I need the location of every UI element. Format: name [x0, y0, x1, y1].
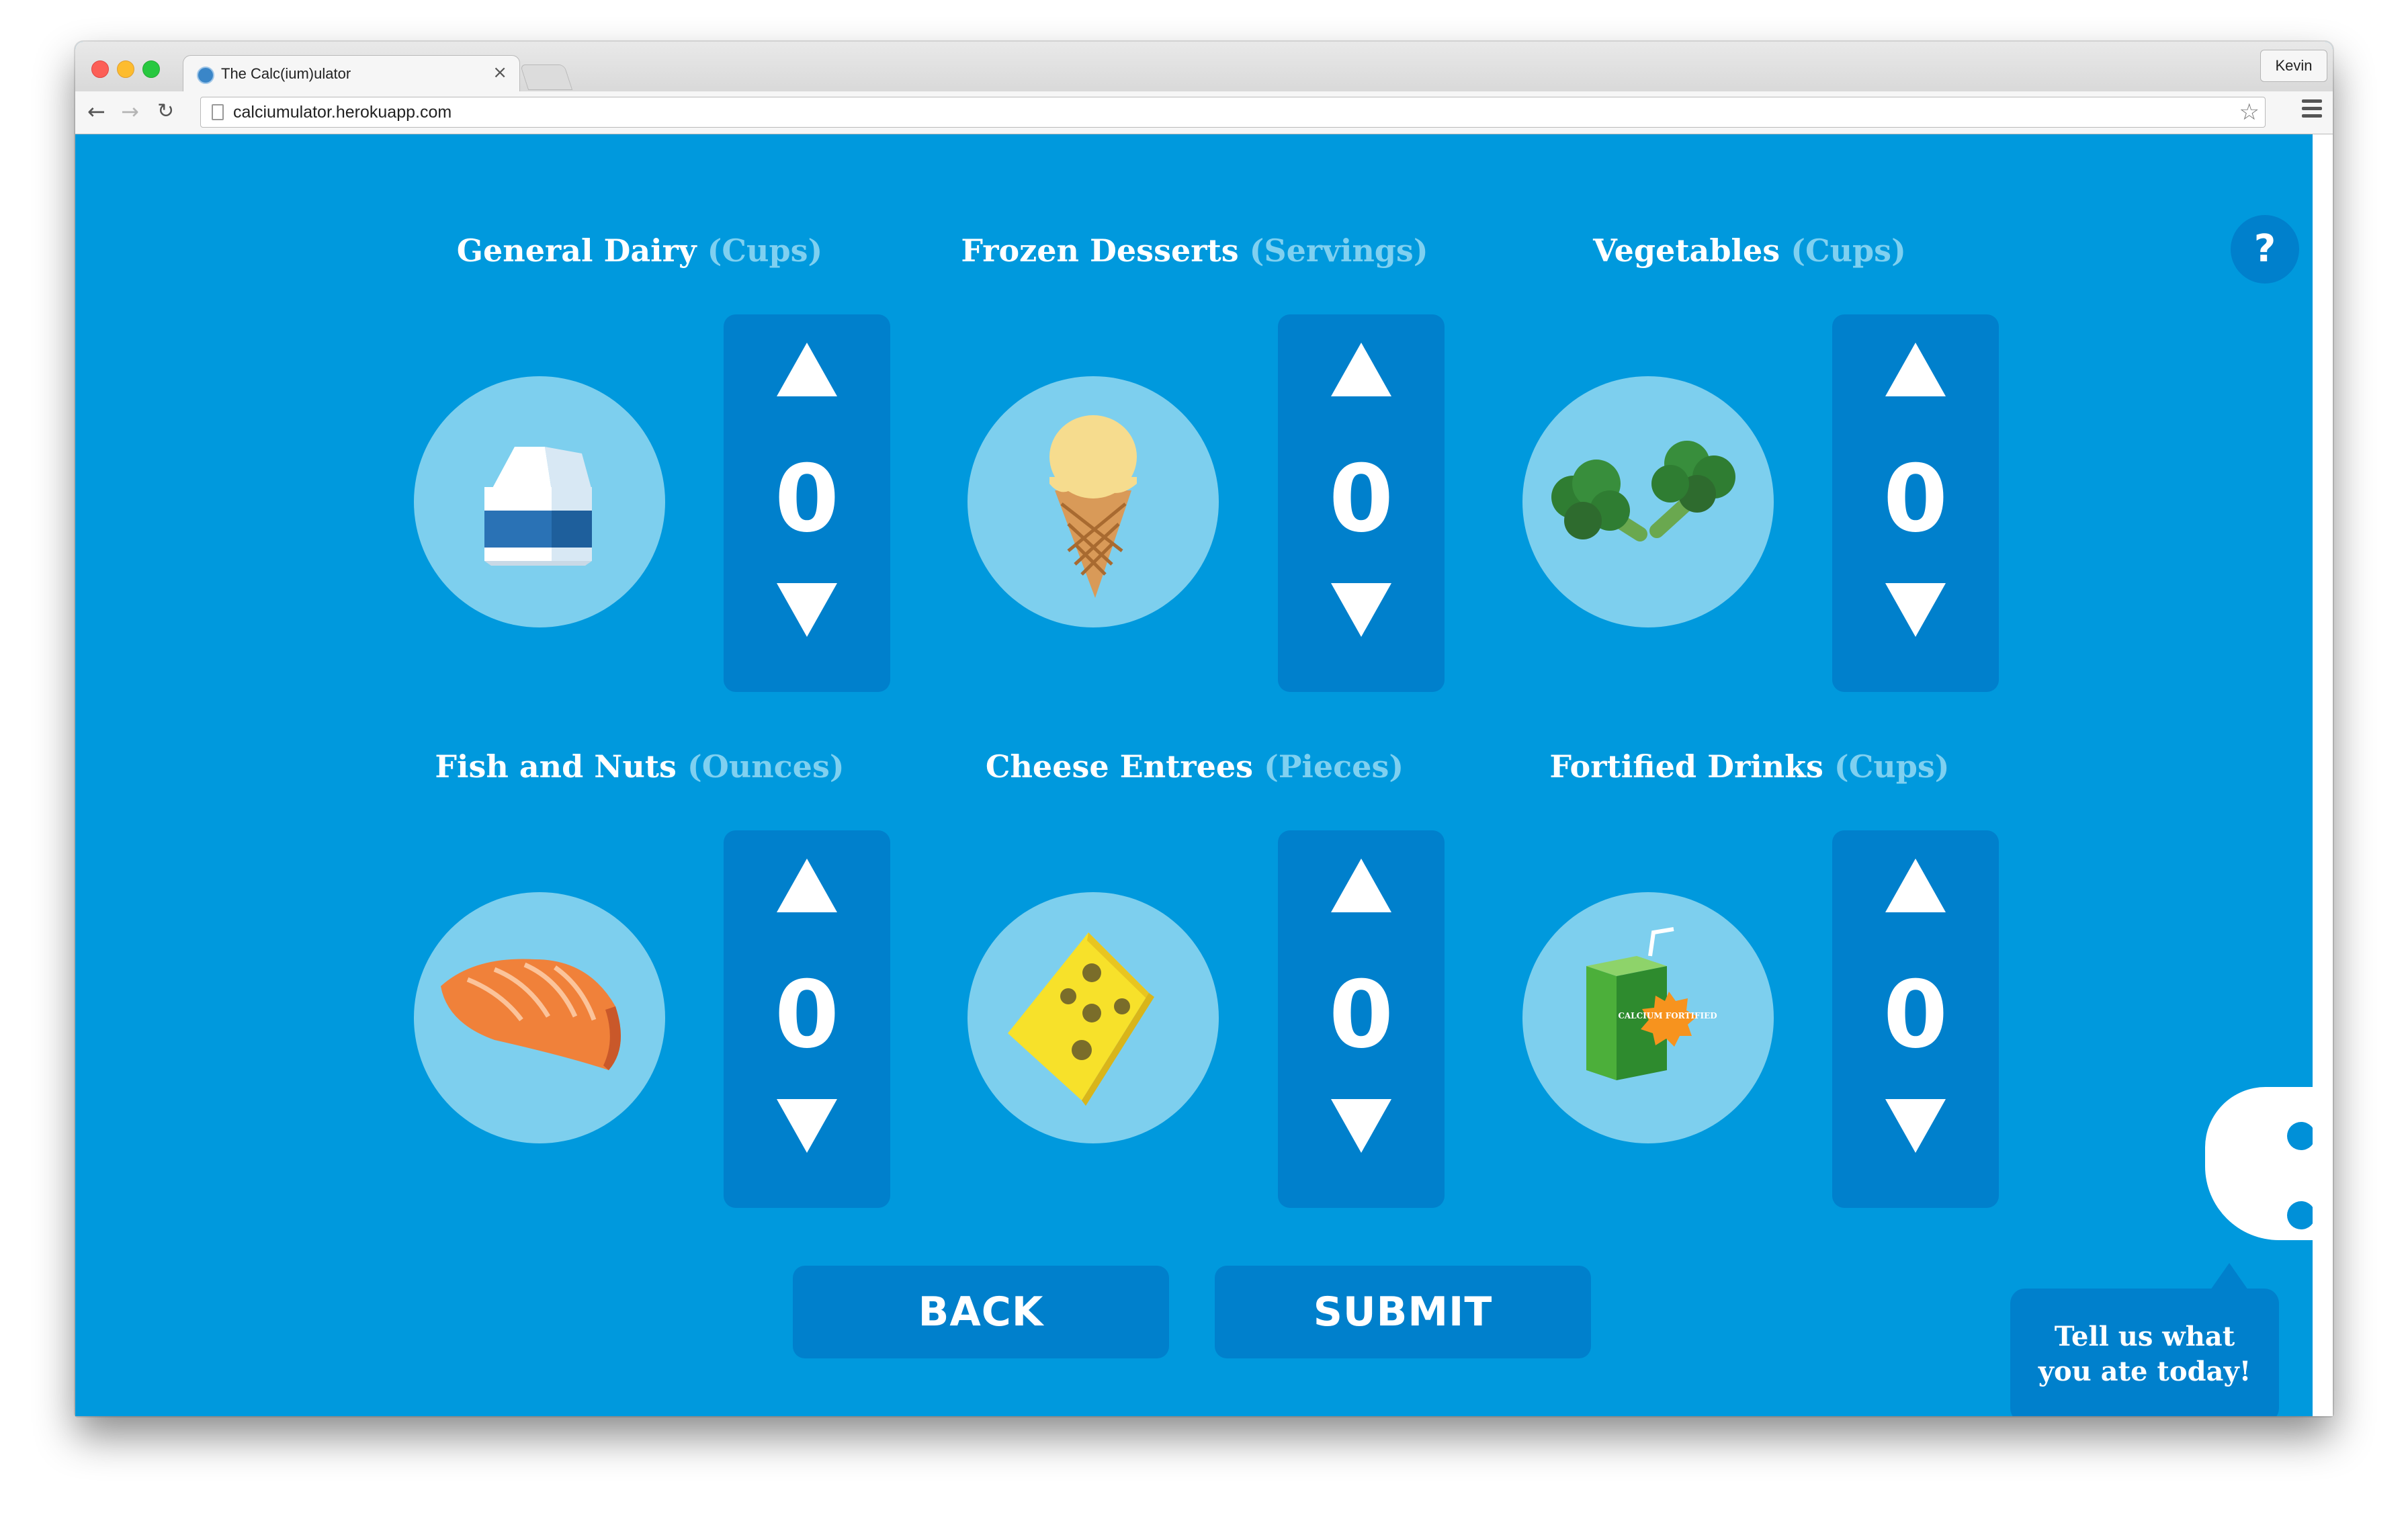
category-unit: (Cups)	[707, 232, 823, 269]
count-value: 0	[1328, 445, 1394, 553]
increment-arrow-icon[interactable]	[777, 343, 837, 396]
category-name: Vegetables	[1593, 232, 1780, 269]
category-name: Frozen Desserts	[961, 232, 1239, 269]
category-title-fish-and-nuts: Fish and Nuts (Ounces)	[435, 748, 844, 785]
decrement-arrow-icon[interactable]	[1331, 583, 1391, 637]
speech-line-1: Tell us what	[2054, 1321, 2235, 1352]
decrement-arrow-icon[interactable]	[777, 1099, 837, 1153]
category-name: Fish and Nuts	[435, 748, 677, 785]
increment-arrow-icon[interactable]	[1331, 343, 1391, 396]
stepper-vegetables: 0	[1832, 314, 1999, 692]
stepper-general-dairy: 0	[724, 314, 890, 692]
food-circle-general-dairy	[414, 376, 665, 627]
page-scrollbar[interactable]	[2313, 134, 2333, 1416]
category-title-cheese-entrees: Cheese Entrees (Pieces)	[986, 748, 1404, 785]
category-title-fortified-drinks: Fortified Drinks (Cups)	[1549, 748, 1949, 785]
food-circle-vegetables	[1522, 376, 1774, 627]
juice-box-icon: CALCIUM FORTIFIED	[1586, 927, 1717, 1080]
increment-arrow-icon[interactable]	[1331, 859, 1391, 912]
speech-bubble-tail	[2210, 1263, 2248, 1290]
increment-arrow-icon[interactable]	[1885, 859, 1946, 912]
category-unit: (Cups)	[1791, 232, 1906, 269]
category-unit: (Ounces)	[687, 748, 845, 785]
calculator-page: General Dairy (Cups) 0 Frozen Desserts (…	[75, 134, 2333, 1416]
increment-arrow-icon[interactable]	[777, 859, 837, 912]
cheese-wedge-icon	[1008, 932, 1154, 1106]
category-name: General Dairy	[456, 232, 697, 269]
submit-button[interactable]: SUBMIT	[1215, 1266, 1591, 1358]
category-title-frozen-desserts: Frozen Desserts (Servings)	[961, 232, 1428, 269]
category-title-vegetables: Vegetables (Cups)	[1593, 232, 1906, 269]
back-button[interactable]: BACK	[793, 1266, 1169, 1358]
stepper-fish-and-nuts: 0	[724, 830, 890, 1208]
speech-bubble: Tell us what you ate today!	[2010, 1289, 2279, 1416]
food-circle-cheese-entrees	[968, 892, 1219, 1143]
speech-line-2: you ate today!	[2038, 1356, 2251, 1387]
stepper-cheese-entrees: 0	[1278, 830, 1445, 1208]
food-circle-fish-and-nuts	[414, 892, 665, 1143]
broccoli-icon	[1551, 441, 1735, 541]
category-name: Cheese Entrees	[985, 748, 1254, 785]
milk-carton-icon	[484, 447, 592, 566]
calcium-fortified-badge: CALCIUM FORTIFIED	[1618, 1011, 1717, 1020]
count-value: 0	[1328, 961, 1394, 1069]
count-value: 0	[774, 445, 840, 553]
mascot-eye	[2287, 1201, 2315, 1229]
food-circle-fortified-drinks: CALCIUM FORTIFIED	[1522, 892, 1774, 1143]
category-unit: (Servings)	[1249, 232, 1428, 269]
count-value: 0	[1883, 445, 1948, 553]
decrement-arrow-icon[interactable]	[1885, 1099, 1946, 1153]
salmon-fillet-icon	[441, 959, 621, 1070]
decrement-arrow-icon[interactable]	[1331, 1099, 1391, 1153]
count-value: 0	[774, 961, 840, 1069]
count-value: 0	[1883, 961, 1948, 1069]
category-unit: (Cups)	[1834, 748, 1950, 785]
category-name: Fortified Drinks	[1549, 748, 1823, 785]
ice-cream-cone-icon	[1049, 415, 1137, 598]
decrement-arrow-icon[interactable]	[777, 583, 837, 637]
help-button[interactable]: ?	[2231, 215, 2299, 284]
increment-arrow-icon[interactable]	[1885, 343, 1946, 396]
mascot-eye	[2287, 1122, 2315, 1150]
decrement-arrow-icon[interactable]	[1885, 583, 1946, 637]
stepper-frozen-desserts: 0	[1278, 314, 1445, 692]
category-title-general-dairy: General Dairy (Cups)	[457, 232, 823, 269]
food-circle-frozen-desserts	[968, 376, 1219, 627]
category-unit: (Pieces)	[1264, 748, 1404, 785]
stepper-fortified-drinks: 0	[1832, 830, 1999, 1208]
